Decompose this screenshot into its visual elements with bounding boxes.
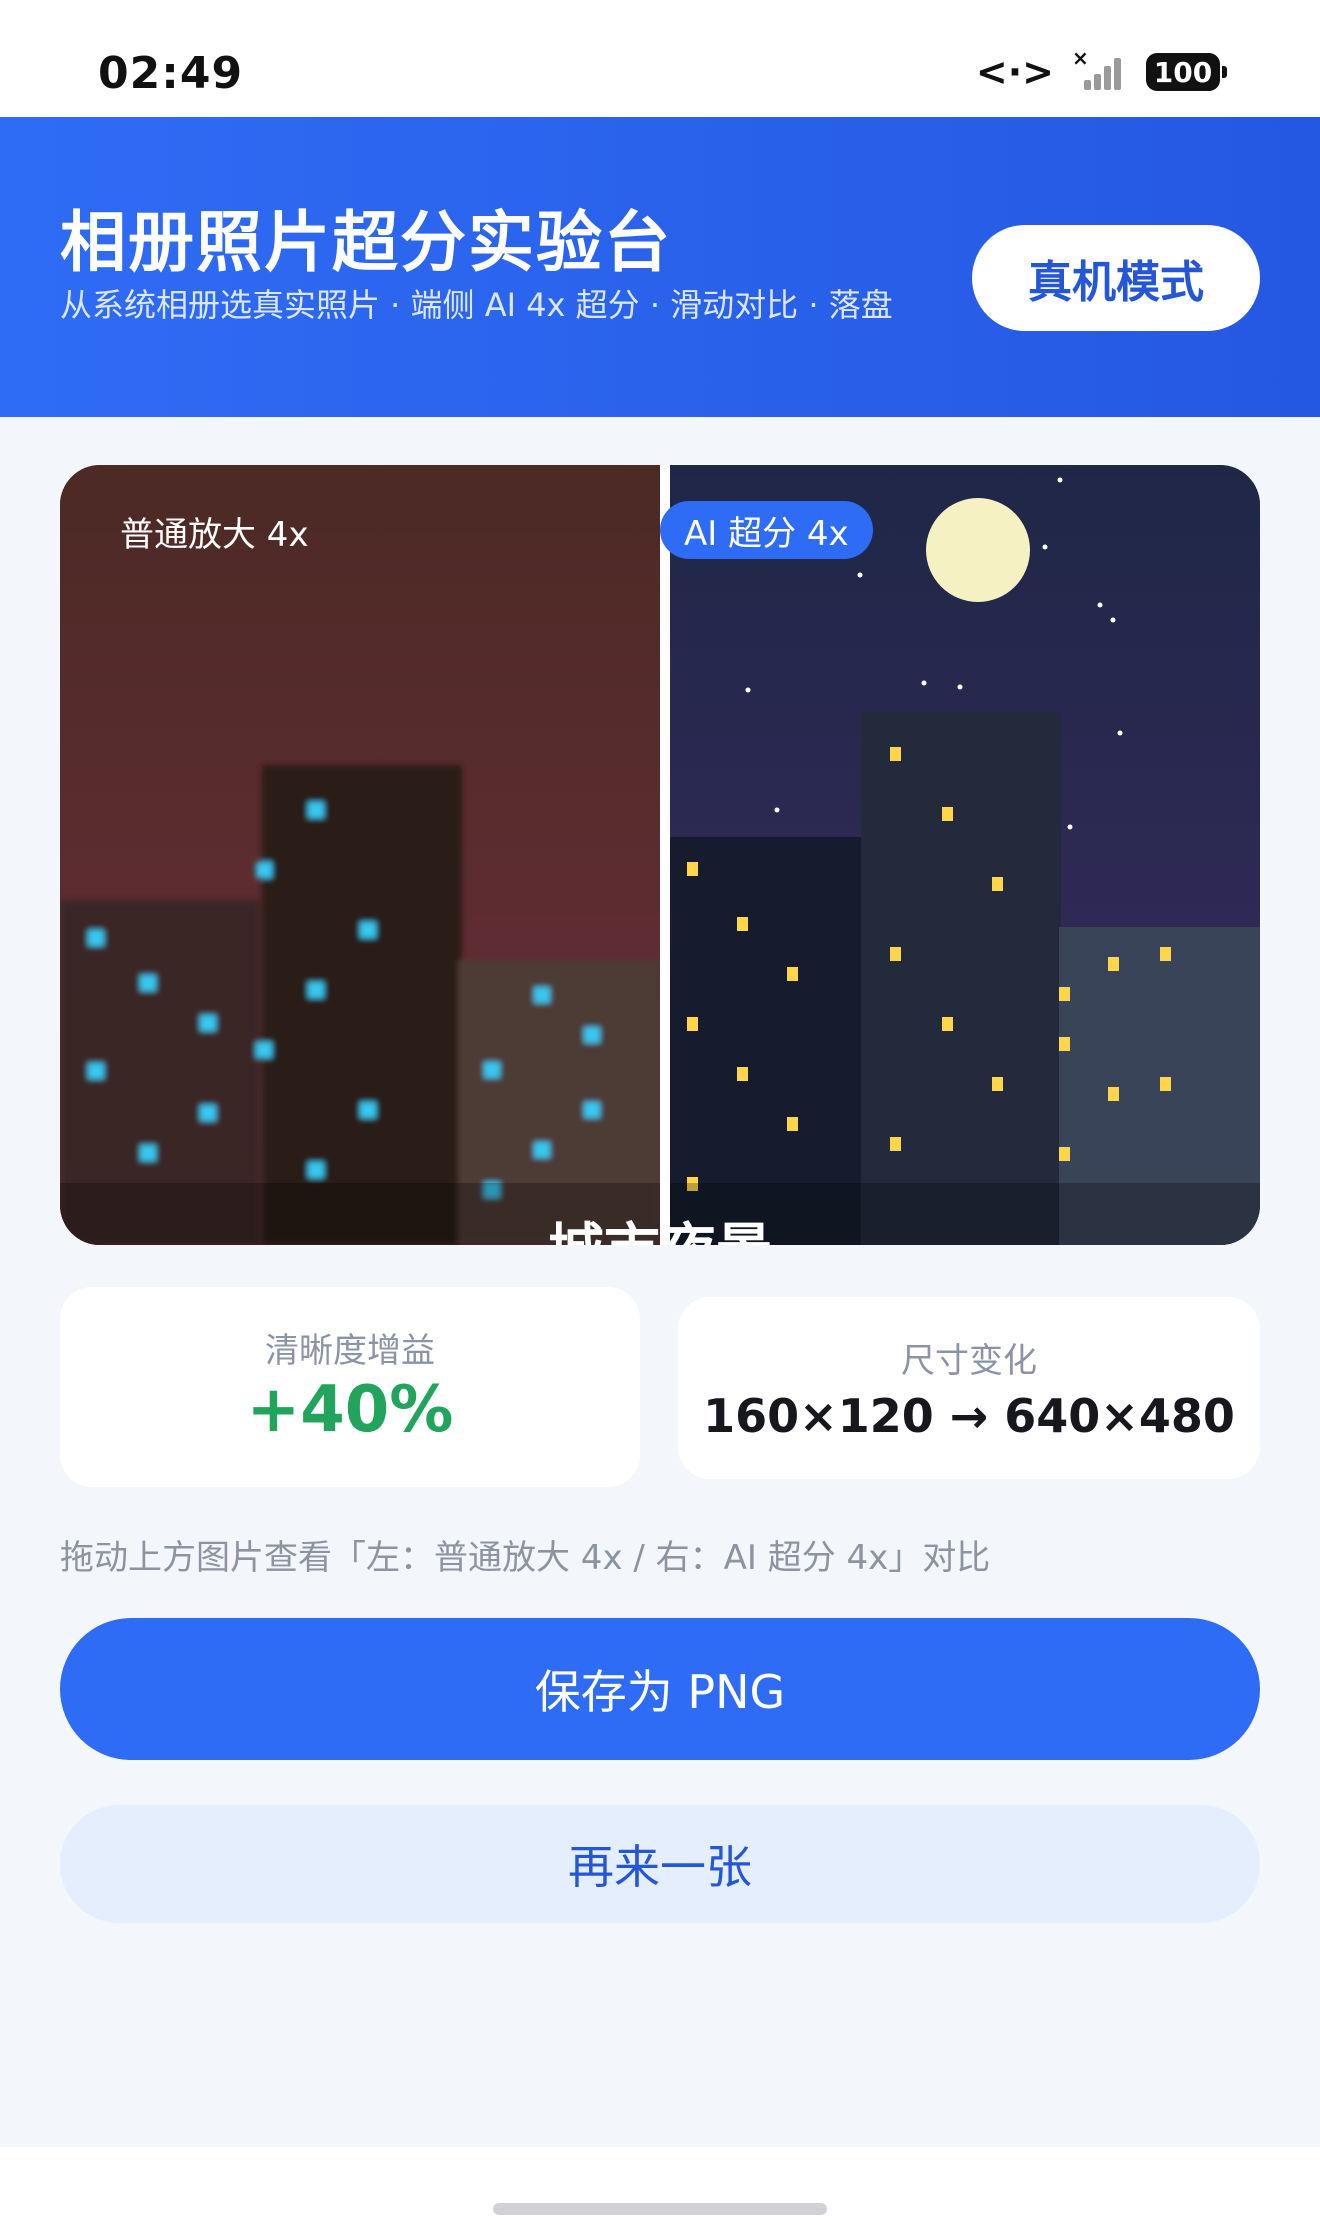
window-light — [584, 1102, 600, 1118]
window-light — [687, 862, 698, 876]
window-light — [308, 802, 324, 818]
window-light — [534, 987, 550, 1003]
window-light — [992, 877, 1003, 891]
star — [957, 684, 963, 690]
window-light — [1059, 1037, 1070, 1051]
window-light — [992, 1077, 1003, 1091]
window-light — [787, 967, 798, 981]
star — [1057, 477, 1063, 483]
window-light — [890, 947, 901, 961]
status-bar: 02:49 <·> × 100 — [0, 0, 1320, 117]
window-light — [787, 1117, 798, 1131]
star — [921, 680, 927, 686]
window-light — [942, 1017, 953, 1031]
comparison-slider[interactable]: 普通放大 4x AI 超分 4x 城市夜景 — [60, 465, 1260, 1245]
window-light — [140, 975, 156, 991]
window-light — [308, 1162, 324, 1178]
star — [857, 572, 863, 578]
window-light — [256, 862, 272, 878]
clarity-gain-card: 清晰度增益 +40% — [60, 1287, 640, 1487]
window-light — [360, 1102, 376, 1118]
drag-hint: 拖动上方图片查看「左：普通放大 4x / 右：AI 超分 4x」对比 — [60, 1538, 991, 1578]
try-another-button[interactable]: 再来一张 — [60, 1805, 1260, 1923]
star — [1042, 544, 1048, 550]
window-light — [1108, 1087, 1119, 1101]
status-icons: <·> × 100 — [975, 46, 1227, 94]
window-light — [200, 1105, 216, 1121]
clarity-gain-label: 清晰度增益 — [265, 1331, 435, 1371]
status-time: 02:49 — [98, 48, 244, 99]
star — [1097, 602, 1103, 608]
star — [774, 807, 780, 813]
left-label: 普通放大 4x — [120, 515, 309, 555]
window-light — [140, 1145, 156, 1161]
window-light — [737, 917, 748, 931]
window-light — [308, 982, 324, 998]
save-png-button[interactable]: 保存为 PNG — [60, 1618, 1260, 1760]
window-light — [1160, 1077, 1171, 1091]
window-light — [890, 1137, 901, 1151]
window-light — [484, 1062, 500, 1078]
star — [1067, 824, 1073, 830]
window-light — [890, 747, 901, 761]
size-change-label: 尺寸变化 — [901, 1341, 1037, 1381]
comparison-divider-handle[interactable] — [660, 465, 670, 1245]
window-light — [360, 922, 376, 938]
page-subtitle: 从系统相册选真实照片 · 端侧 AI 4x 超分 · 滑动对比 · 落盘 — [60, 286, 893, 324]
window-light — [200, 1015, 216, 1031]
window-light — [737, 1067, 748, 1081]
window-light — [584, 1027, 600, 1043]
window-light — [1059, 987, 1070, 1001]
size-change-value: 160×120 → 640×480 — [703, 1389, 1235, 1443]
star — [745, 687, 751, 693]
page-title: 相册照片超分实验台 — [60, 204, 672, 281]
signal-no-service-icon: × — [1072, 46, 1128, 92]
data-transfer-icon: <·> — [975, 50, 1054, 94]
star — [1110, 617, 1116, 623]
device-mode-button[interactable]: 真机模式 — [972, 225, 1260, 331]
bottom-safe-area — [0, 2147, 1320, 2232]
window-light — [942, 807, 953, 821]
window-light — [534, 1142, 550, 1158]
window-light — [256, 1042, 272, 1058]
battery-icon: 100 — [1146, 53, 1227, 91]
home-indicator[interactable] — [493, 2203, 827, 2215]
left-normal-upscale — [60, 465, 660, 1245]
window-light — [1160, 947, 1171, 961]
window-light — [1108, 957, 1119, 971]
window-light — [88, 1063, 104, 1079]
right-label-badge: AI 超分 4x — [660, 501, 873, 559]
window-light — [687, 1017, 698, 1031]
size-change-card: 尺寸变化 160×120 → 640×480 — [678, 1297, 1260, 1479]
window-light — [88, 930, 104, 946]
right-ai-upscale — [665, 465, 1260, 1245]
window-light — [1059, 1147, 1070, 1161]
clarity-gain-value: +40% — [246, 1373, 454, 1447]
image-caption: 城市夜景 — [60, 1205, 1260, 1245]
star — [1117, 730, 1123, 736]
app-header: 相册照片超分实验台 从系统相册选真实照片 · 端侧 AI 4x 超分 · 滑动对… — [0, 117, 1320, 417]
